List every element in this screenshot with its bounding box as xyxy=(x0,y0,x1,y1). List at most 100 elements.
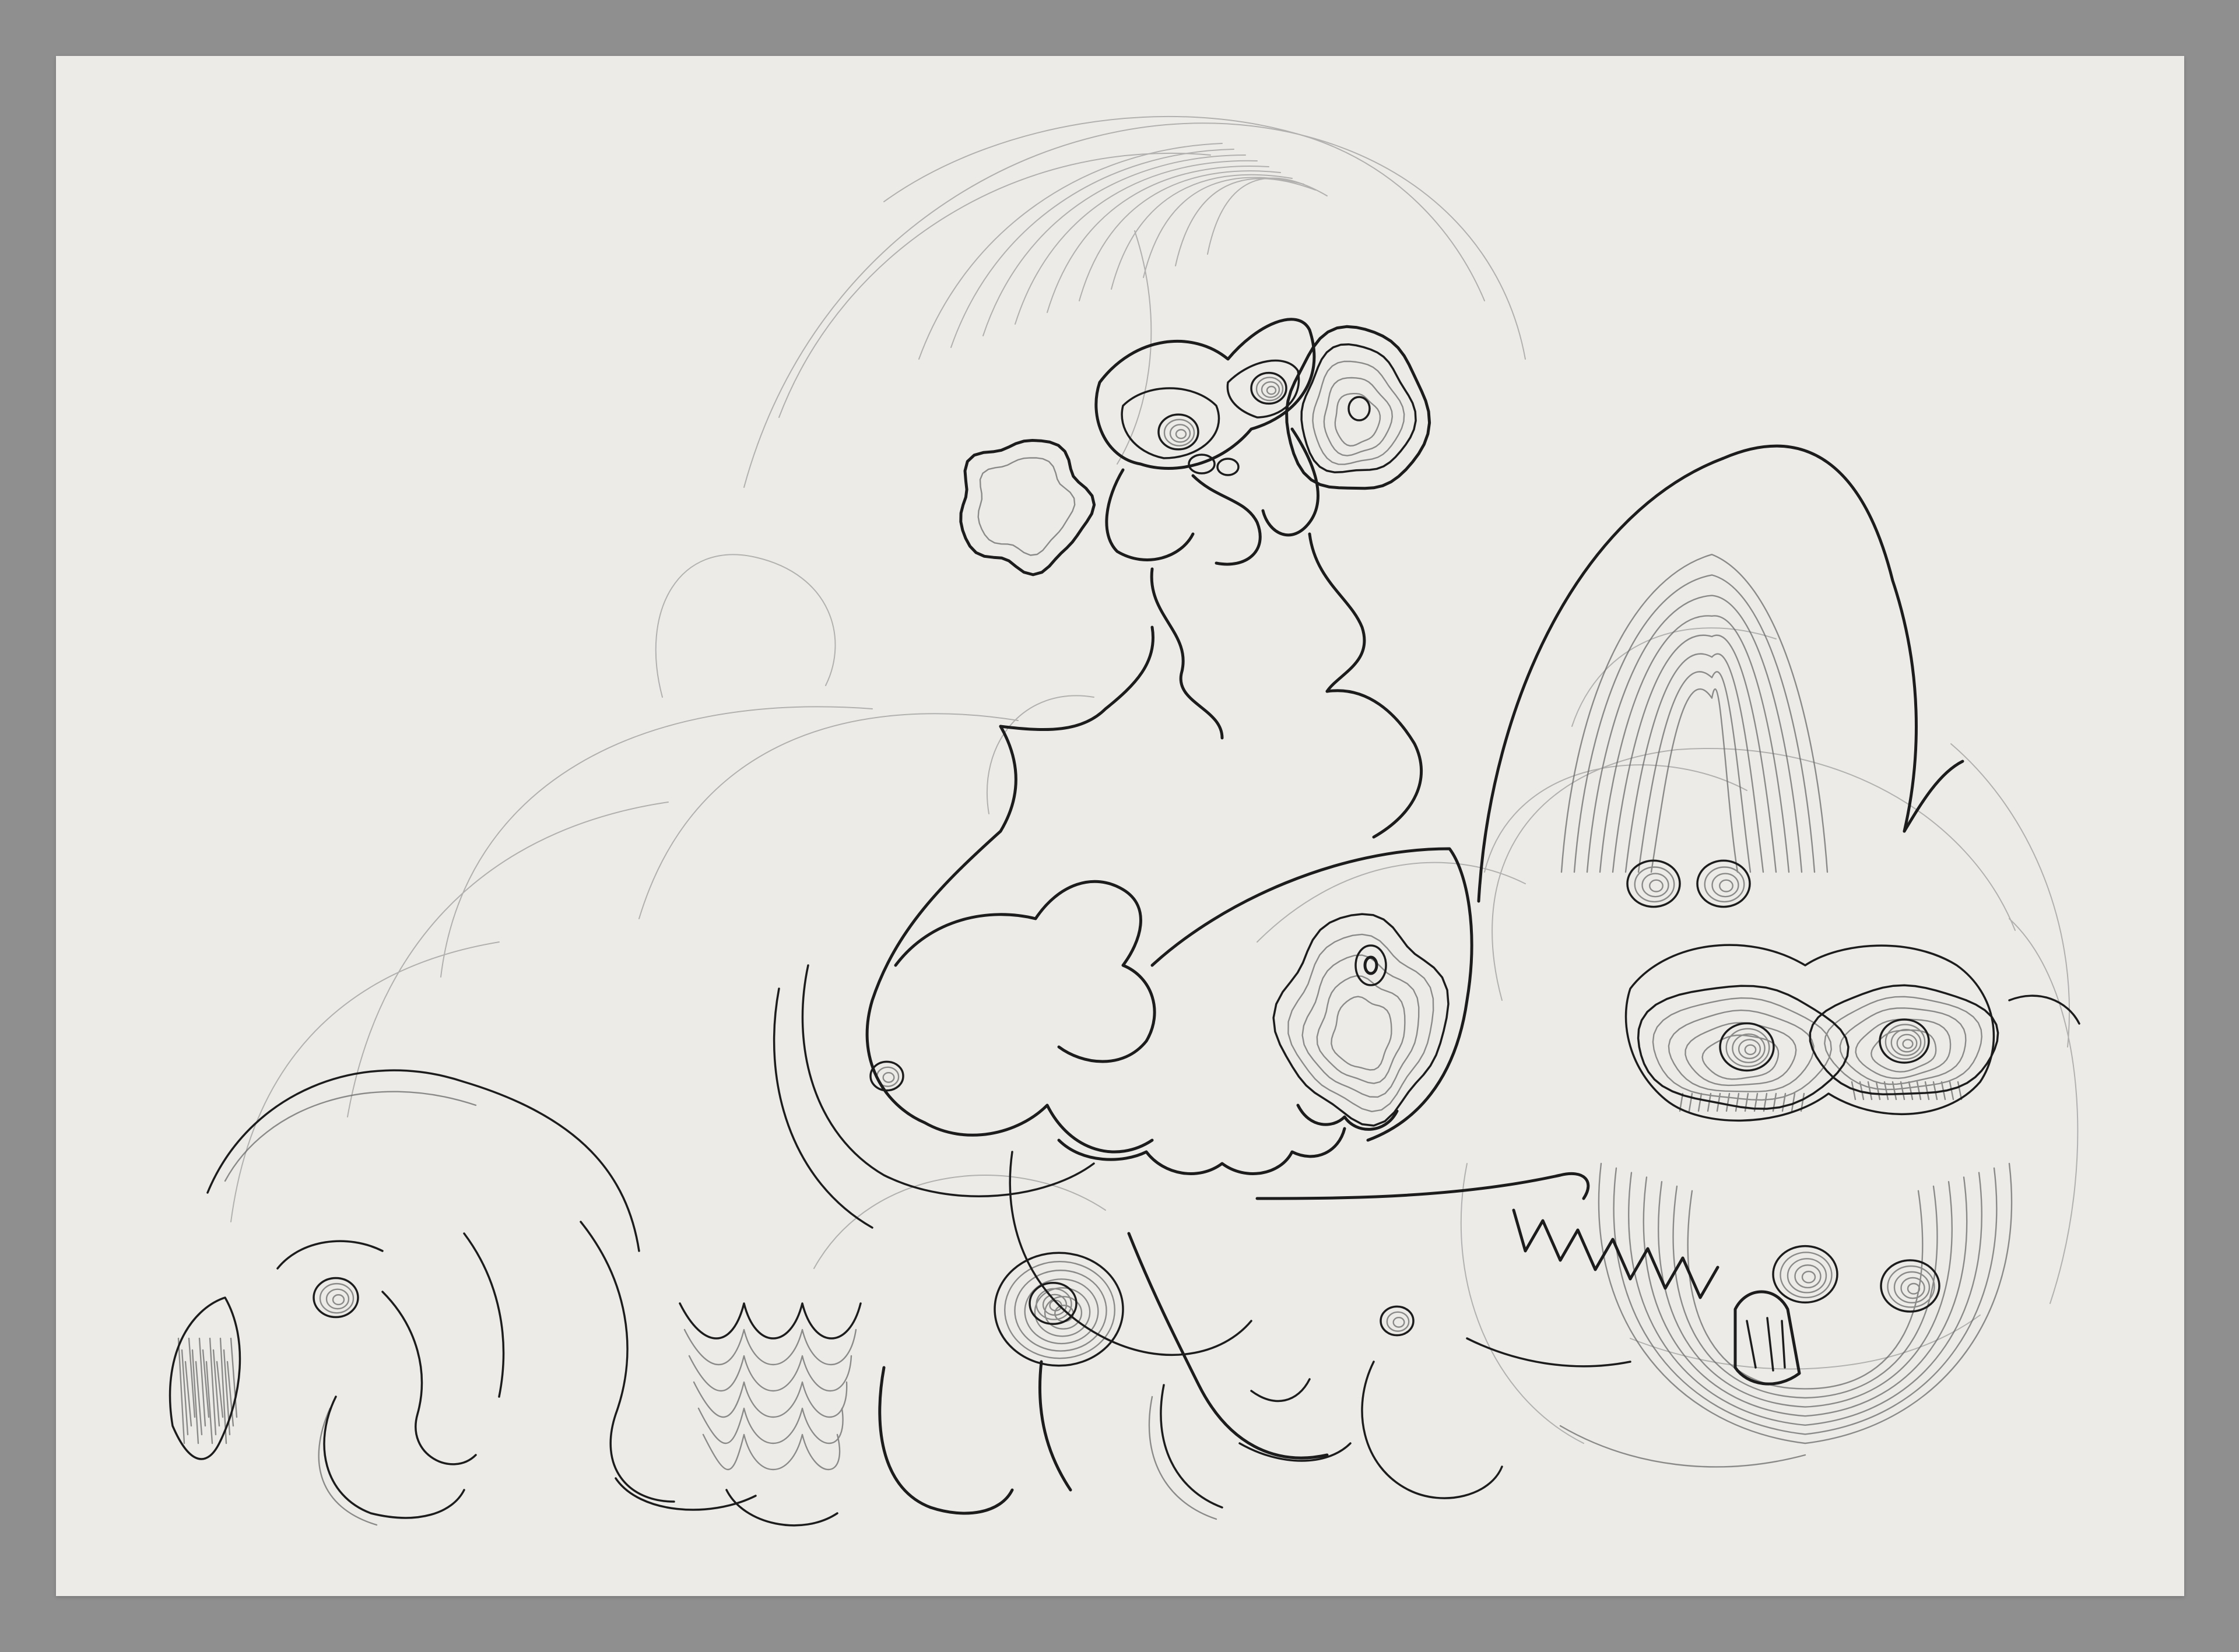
hair-stroke-9 xyxy=(1207,177,1328,255)
arch-left-eye xyxy=(1649,879,1664,892)
left-eye-brow xyxy=(276,1240,384,1270)
scallop-row-1 xyxy=(683,1328,857,1365)
lash-r-6 xyxy=(1900,1081,1905,1101)
hatch-0 xyxy=(177,1337,185,1444)
sketch-stroke-15 xyxy=(1630,1314,1981,1370)
scallop-row-4 xyxy=(697,1407,844,1444)
big-face-left-eye xyxy=(1744,1044,1757,1056)
face-teeth-lines xyxy=(1746,1317,1786,1372)
top-right-eye xyxy=(1261,381,1280,398)
lash-5 xyxy=(1725,1092,1731,1112)
scallop-row-3 xyxy=(693,1381,848,1418)
paper-sheet xyxy=(56,56,2184,1596)
sketch-stroke-4 xyxy=(440,706,873,978)
small-eye-lower xyxy=(1386,1311,1410,1332)
sketch-stroke-6 xyxy=(230,941,500,1222)
ink-drawing xyxy=(169,115,2080,1527)
left-creature-arm xyxy=(381,1291,477,1465)
snout-outline xyxy=(1150,847,1473,1142)
sketch-stroke-0 xyxy=(743,122,1526,488)
lower-center-spiral xyxy=(1014,1270,1107,1352)
face-cheek-left xyxy=(1801,1270,1816,1284)
top-right-eye xyxy=(1266,385,1277,395)
zigzag-lower-jaw xyxy=(1466,1337,1631,1368)
left-creature-back-2 xyxy=(224,1091,477,1182)
snout-rings xyxy=(1287,933,1434,1112)
face-cheek-right xyxy=(1900,1277,1925,1299)
arch-ring-1 xyxy=(1560,554,1829,873)
belly-curve xyxy=(923,1103,1154,1154)
left-creature-eye xyxy=(325,1288,350,1310)
arch-ring-2 xyxy=(1573,574,1816,873)
left-foot xyxy=(323,1396,465,1519)
photo-backdrop xyxy=(0,0,2239,1652)
arch-right-eye xyxy=(1711,873,1739,898)
right-ear-center xyxy=(1347,396,1371,421)
shoulder-line xyxy=(999,625,1154,732)
zigzag-upper-jaw xyxy=(1255,1172,1590,1200)
snout-nostril xyxy=(1354,944,1387,986)
sketch-stroke-7 xyxy=(655,554,836,698)
top-left-eye xyxy=(1169,424,1191,443)
right-shoulder-line xyxy=(1325,689,1423,839)
neck-left-line xyxy=(1150,567,1224,740)
sketch-stroke-8 xyxy=(1484,764,1747,873)
sketch-stroke-14 xyxy=(986,695,1094,814)
big-face-right-eye xyxy=(1896,1034,1918,1053)
lash-r-3 xyxy=(1875,1081,1881,1101)
lash-r-7 xyxy=(1908,1081,1914,1101)
right-ear-rings xyxy=(1312,360,1405,465)
lower-right-foot xyxy=(1361,1361,1503,1499)
big-face-right-eye xyxy=(1902,1039,1914,1049)
hair-stroke-2 xyxy=(982,154,1246,336)
big-face-left-socket xyxy=(1637,985,1850,1110)
snout-nostril-core xyxy=(1363,955,1378,975)
nose-loop-2 xyxy=(1216,458,1240,476)
face-cheek-left xyxy=(1772,1245,1838,1304)
torso-contour xyxy=(801,964,1095,1197)
lash-r-13 xyxy=(1957,1081,1963,1101)
big-face-left-eye xyxy=(1738,1039,1761,1059)
middle-foot-2 xyxy=(725,1489,838,1527)
torso-left-line xyxy=(865,725,1017,1124)
scallop-row-0 xyxy=(679,1302,862,1340)
face-cheek-right xyxy=(1907,1282,1921,1295)
sketch-stroke-11 xyxy=(1460,1163,1584,1444)
sketch-stroke-9 xyxy=(1492,747,2016,1001)
lower-knee xyxy=(1250,1378,1311,1403)
top-left-eye xyxy=(1175,428,1187,440)
lash-6 xyxy=(1735,1092,1740,1112)
arch-ring-6 xyxy=(1624,653,1764,873)
sketch-stroke-3 xyxy=(638,713,1019,919)
left-creature-leg xyxy=(463,1232,505,1398)
face-chin-ring-1 xyxy=(1613,1167,1998,1435)
hair-stroke-4 xyxy=(1047,165,1269,313)
faint-sketch-lines xyxy=(230,115,2079,1444)
face-cheek-right xyxy=(1880,1259,1940,1313)
small-eye-lower xyxy=(1392,1316,1405,1328)
sketch-stroke-13 xyxy=(1257,862,1526,943)
left-creature-thigh xyxy=(580,1221,675,1503)
chin-lobe xyxy=(1105,468,1195,561)
lash-r-9 xyxy=(1924,1081,1930,1101)
face-chin-ring-2 xyxy=(1628,1172,1982,1426)
arch-right-eye xyxy=(1719,879,1733,892)
jaw-lobe xyxy=(1191,474,1262,566)
left-creature-foot xyxy=(615,1477,757,1511)
face-teeth-box xyxy=(1733,1290,1801,1386)
breast-lobe xyxy=(894,880,1156,1063)
lash-r-12 xyxy=(1949,1081,1954,1101)
sketch-stroke-2 xyxy=(883,115,1485,301)
snout-rings xyxy=(1331,996,1392,1071)
hair-stroke-7 xyxy=(1143,177,1304,278)
medium-contour-lines xyxy=(169,343,2080,1527)
tall-arch-outline xyxy=(1477,444,1918,903)
hair-stroke-5 xyxy=(1079,170,1281,301)
scallop-row-2 xyxy=(688,1355,852,1391)
left-creature-back xyxy=(206,1069,640,1252)
left-ear-inner xyxy=(977,457,1076,556)
hair-stroke-8 xyxy=(1175,178,1316,266)
lower-curve xyxy=(1127,1232,1329,1460)
sketch-stroke-16 xyxy=(813,1175,1106,1269)
middle-foot xyxy=(929,1488,1014,1515)
